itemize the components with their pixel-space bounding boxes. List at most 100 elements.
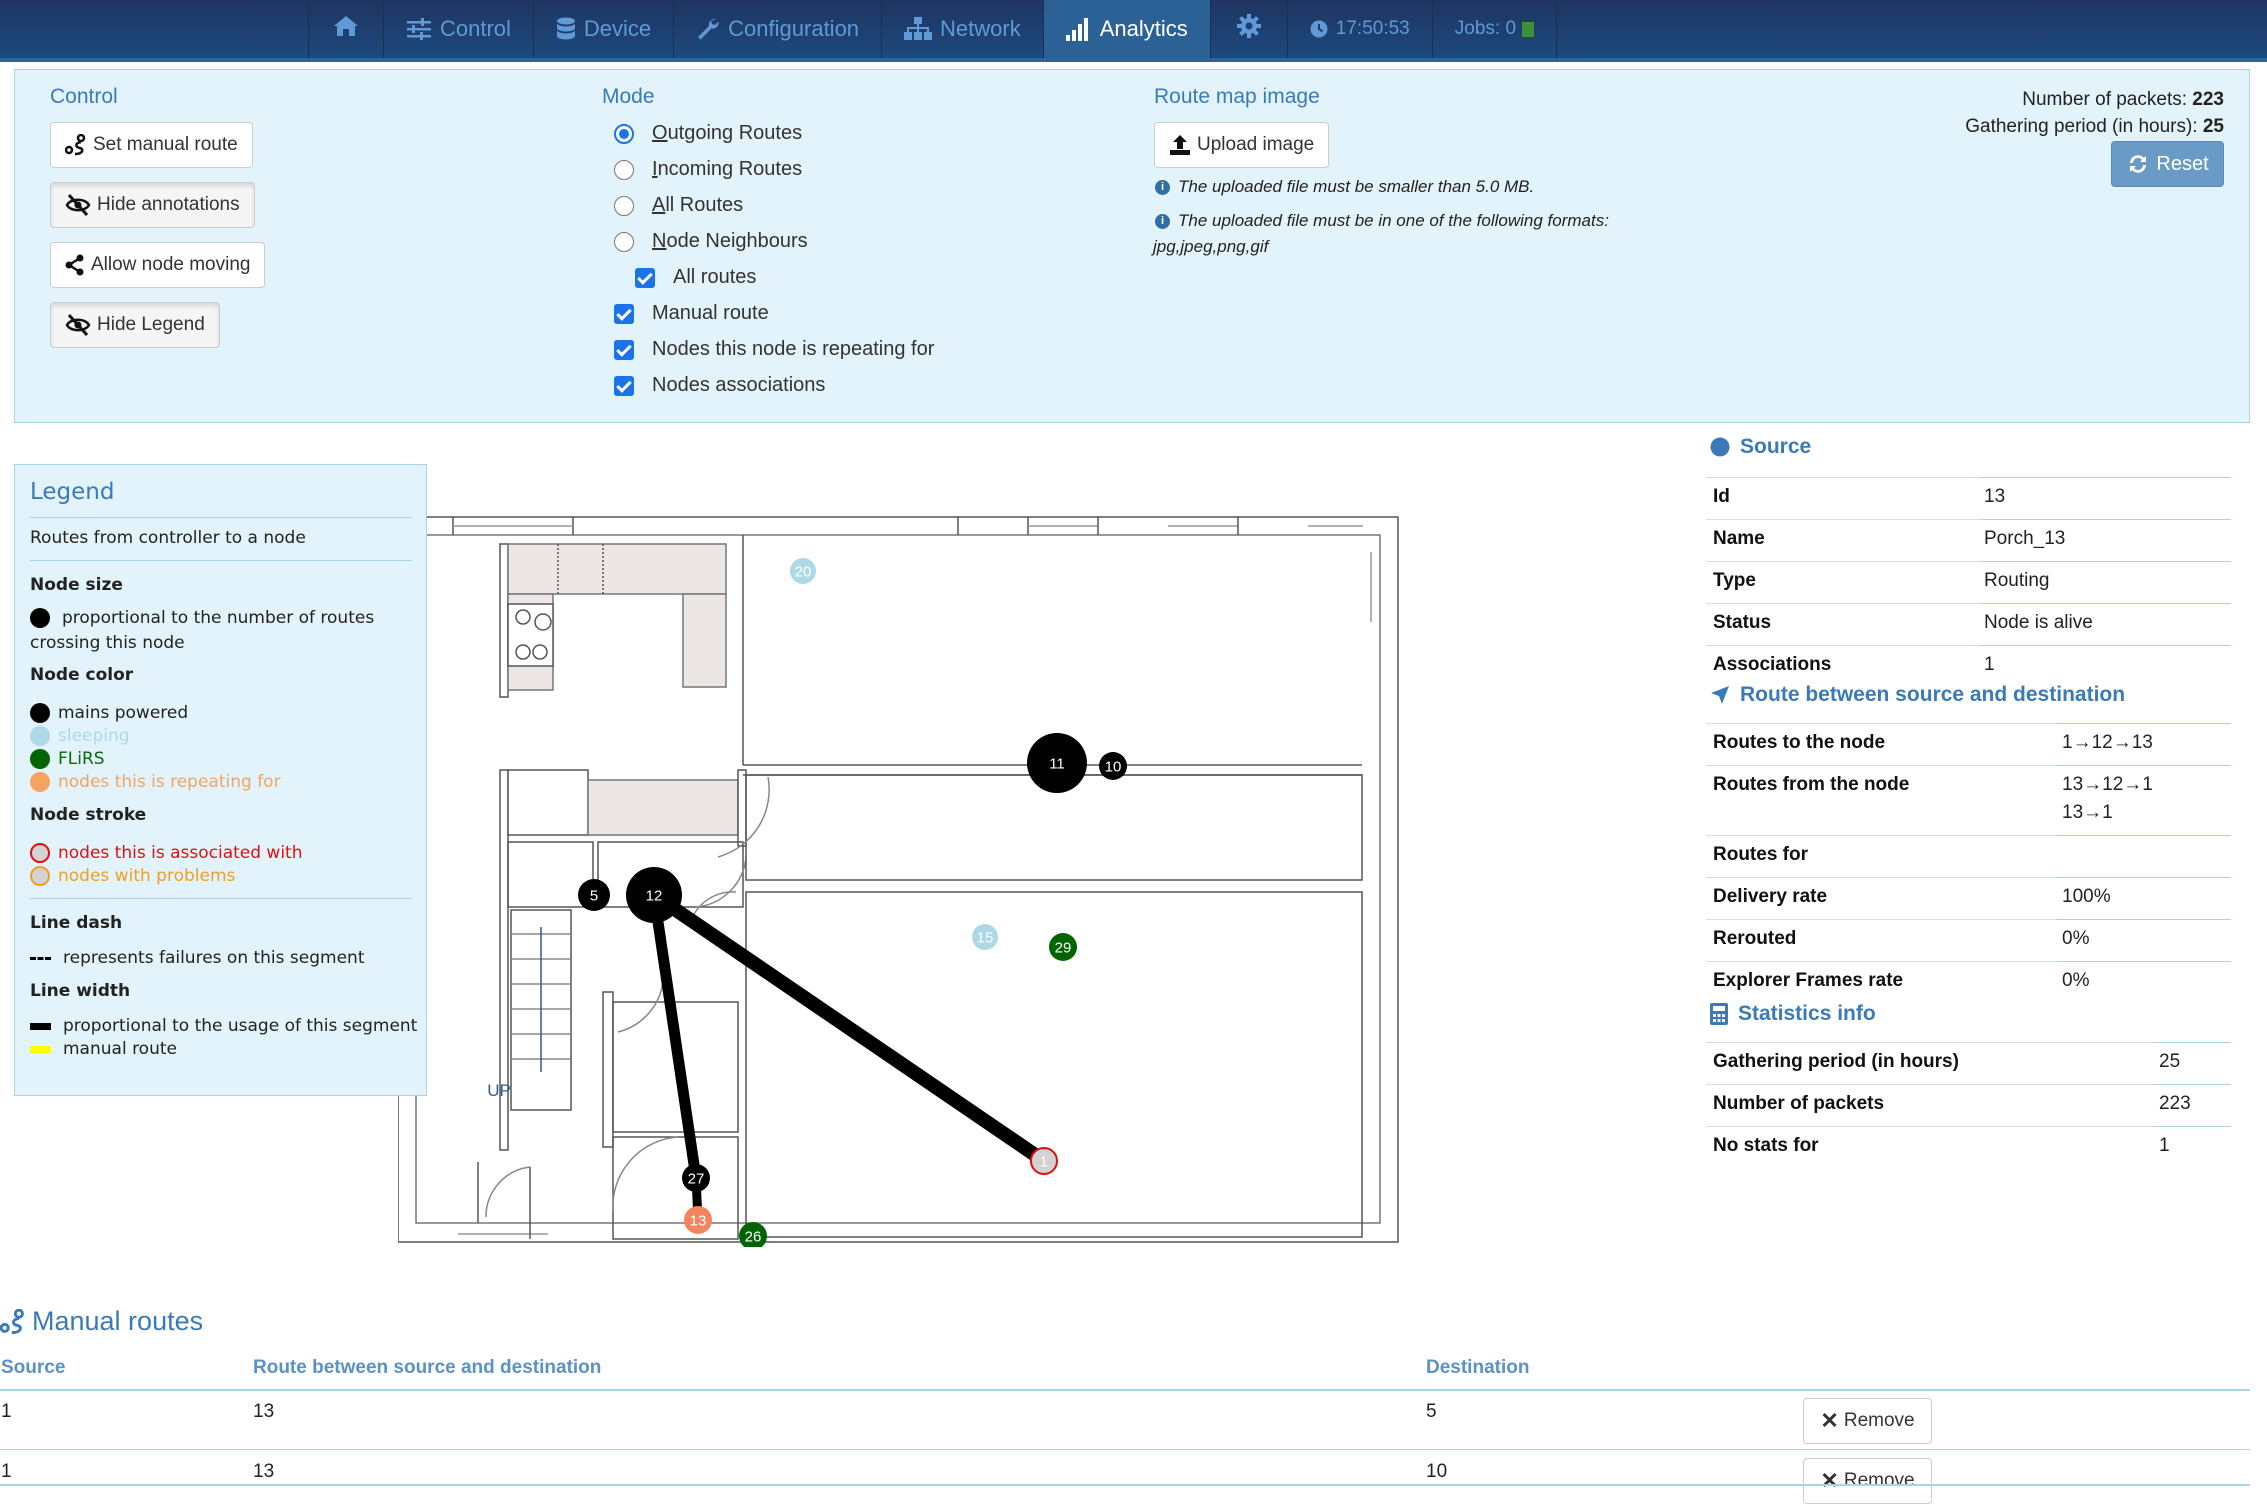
radio-label: All Routes [652, 194, 744, 216]
hide-legend-label: Hide Legend [97, 314, 205, 335]
close-icon: ✕ [1820, 1468, 1839, 1493]
checkbox[interactable] [614, 375, 634, 396]
remove-route-button[interactable]: ✕ Remove [1803, 1458, 1932, 1504]
route-key: Delivery rate [1713, 886, 1828, 907]
gathering-period: Gathering period (in hours): 25 [1965, 116, 2224, 137]
route-row: Routes for [1706, 835, 2231, 877]
home-icon [333, 14, 359, 44]
nav-clock: 17:50:53 [1286, 0, 1432, 58]
upload-image-button[interactable]: Upload image [1154, 122, 1330, 168]
remove-route-button[interactable]: ✕ Remove [1803, 1398, 1932, 1444]
legend-color-mains: mains powered [30, 703, 188, 723]
node-label: 13 [690, 1213, 707, 1230]
radio-button[interactable] [614, 123, 634, 144]
route-value: 1→12→13 [2062, 732, 2153, 753]
source-value: Node is alive [1984, 612, 2093, 633]
radio-incoming-routes[interactable]: Incoming Routes [614, 158, 802, 181]
allow-node-moving-button[interactable]: Allow node moving [50, 242, 266, 288]
nav-analytics[interactable]: Analytics [1042, 0, 1210, 58]
radio-outgoing-routes[interactable]: Outgoing Routes [614, 122, 802, 145]
checkbox-nodes-associations[interactable]: Nodes associations [614, 374, 825, 397]
map-node-5[interactable]: 5 [578, 879, 610, 911]
map-node-10[interactable]: 10 [1099, 752, 1127, 780]
map-node-26[interactable]: 26 [739, 1222, 767, 1247]
sleeping-dot-icon [30, 726, 50, 746]
source-row: Id 13 [1706, 477, 2231, 519]
route-icon [0, 1308, 26, 1335]
source-key: Type [1713, 570, 1756, 591]
nav-control[interactable]: Control [383, 0, 533, 58]
nav-home[interactable] [308, 0, 383, 58]
map-node-29[interactable]: 29 [1049, 933, 1077, 961]
nav-settings[interactable] [1209, 0, 1287, 58]
route-destination-cell: 5 [1426, 1401, 1437, 1422]
radio-button[interactable] [614, 231, 634, 252]
radio-all-routes[interactable]: All Routes [614, 194, 743, 217]
reset-button[interactable]: Reset [2111, 141, 2224, 187]
checkbox-manual-route[interactable]: Manual route [614, 302, 769, 325]
checkbox-all-routes[interactable]: All routes [635, 266, 756, 289]
checkbox-repeating-for[interactable]: Nodes this node is repeating for [614, 338, 934, 361]
legend-stroke-problems: nodes with problems [30, 866, 235, 886]
source-value: Routing [1984, 570, 2050, 591]
route-nodes: 20 11 10 5 12 15 29 1 27 13 26 [578, 558, 1127, 1247]
jobs-status-indicator [1522, 21, 1535, 37]
nav-jobs[interactable]: Jobs: 0 [1431, 0, 1558, 58]
statistics-value: 1 [2159, 1135, 2170, 1156]
radio-button[interactable] [614, 195, 634, 216]
map-node-11[interactable]: 11 [1027, 733, 1087, 793]
source-value: Porch_13 [1984, 528, 2066, 549]
eye-slash-icon [65, 314, 91, 336]
checkbox[interactable] [614, 339, 634, 360]
radio-node-neighbours[interactable]: Node Neighbours [614, 230, 808, 253]
manual-routes-title: Manual routes [0, 1306, 203, 1337]
legend-node-size-item-cont: crossing this node [30, 633, 185, 653]
map-node-15[interactable]: 15 [972, 924, 998, 950]
checkbox-label: Nodes associations [652, 374, 826, 396]
nav-configuration-label: Configuration [728, 16, 860, 41]
nav-configuration[interactable]: Configuration [673, 0, 881, 58]
radio-label: Incoming Routes [652, 158, 803, 180]
set-manual-route-button[interactable]: Set manual route [50, 122, 253, 168]
column-header-route[interactable]: Route between source and destination [253, 1357, 601, 1379]
hide-legend-button[interactable]: Hide Legend [50, 302, 220, 348]
route-value: 0% [2062, 928, 2090, 949]
route-heading: Route between source and destination [1710, 683, 2125, 707]
node-label: 12 [646, 888, 663, 905]
wrench-icon [696, 17, 720, 41]
column-header-destination[interactable]: Destination [1426, 1357, 1529, 1379]
map-node-27[interactable]: 27 [682, 1164, 710, 1192]
hide-annotations-button[interactable]: Hide annotations [50, 182, 255, 228]
map-node-20[interactable]: 20 [790, 558, 816, 584]
associated-ring-icon [30, 843, 50, 863]
eye-slash-icon [65, 194, 91, 216]
route-value: 13→12→1 13→1 [2062, 774, 2153, 823]
inner-wall [415, 534, 1381, 1224]
legend-stroke-associated: nodes this is associated with [30, 843, 303, 863]
nav-network[interactable]: Network [881, 0, 1043, 58]
node-label: 11 [1049, 756, 1065, 773]
map-node-1[interactable]: 1 [1030, 1147, 1058, 1175]
legend-color-repeating: nodes this is repeating for [30, 772, 281, 792]
radio-button[interactable] [614, 159, 634, 180]
nav-device[interactable]: Device [532, 0, 673, 58]
info-icon: i [1155, 179, 1170, 195]
checkbox[interactable] [614, 303, 634, 324]
route-key: Routes from the node [1713, 774, 1910, 795]
map-node-13[interactable]: 13 [684, 1206, 712, 1234]
source-key: Name [1713, 528, 1765, 549]
node-label: 29 [1055, 940, 1072, 957]
nav-control-label: Control [440, 16, 511, 41]
column-header-source[interactable]: Source [1, 1357, 65, 1379]
node-label: 20 [795, 564, 812, 581]
radio-label: Outgoing Routes [652, 122, 803, 144]
source-row: Type Routing [1706, 561, 2231, 603]
legend-color-sleeping: sleeping [30, 726, 130, 746]
legend-panel: Legend Routes from controller to a node … [14, 464, 427, 1096]
map-node-12[interactable]: 12 [626, 867, 682, 923]
route-map[interactable]: UP 20 11 10 5 12 15 29 1 27 13 26 [398, 512, 1402, 1247]
legend-node-stroke-heading: Node stroke [30, 805, 147, 825]
route-row: Rerouted 0% [1706, 919, 2231, 961]
checkbox[interactable] [635, 267, 655, 288]
legend-node-size-item: proportional to the number of routes [30, 608, 374, 628]
